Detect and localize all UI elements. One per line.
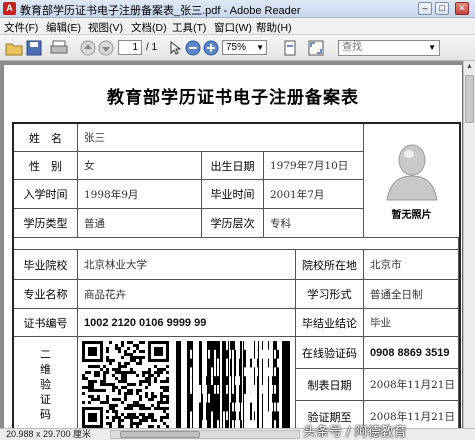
study-form-label: 学习形式 (296, 280, 364, 309)
qr-label-cell: 二 维 验 证 码 (14, 337, 78, 432)
degree-level-label: 学历层次 (202, 209, 264, 238)
name-label: 姓 名 (14, 124, 78, 152)
window-title: 教育部学历证书电子注册备案表_张三.pdf - Adobe Reader (20, 5, 301, 17)
school-value: 北京林业大学 (78, 250, 296, 280)
made-date-value: 2008年11月21日 (364, 369, 459, 401)
menu-document[interactable]: 文档(D) (131, 20, 167, 35)
enroll-date-value: 1998年9月 (78, 180, 202, 209)
photo-caption: 暂无照片 (391, 210, 432, 221)
gender-value: 女 (78, 152, 202, 180)
open-folder-icon[interactable] (5, 40, 23, 56)
menu-help[interactable]: 帮助(H) (256, 20, 292, 35)
spacer-row (14, 238, 459, 250)
pdf417-barcode-icon (175, 340, 290, 429)
menu-bar: 文件(F) 编辑(E) 视图(V) 文档(D) 工具(T) 窗口(W) 帮助(H… (0, 18, 475, 35)
school-location-value: 北京市 (364, 250, 459, 280)
scroll-thumb[interactable] (465, 75, 474, 123)
degree-type-value: 普通 (78, 209, 202, 238)
save-icon[interactable] (26, 40, 42, 56)
menu-view[interactable]: 视图(V) (88, 20, 123, 35)
cert-number-label: 证书编号 (14, 309, 78, 337)
page-total: / 1 (146, 42, 158, 53)
chevron-down-icon: ▼ (256, 43, 264, 52)
registration-table: 姓 名 张三 性 别 女 出生日期 1979年7月10日 入学时间 1998年9… (12, 122, 461, 434)
name-value: 张三 (78, 124, 364, 152)
qr-label: 二 维 验 证 码 (40, 348, 51, 421)
barcode-area (78, 337, 296, 432)
grad-date-value: 2001年7月 (264, 180, 364, 209)
page-number-input[interactable]: 1 (118, 40, 142, 55)
verify-code-label: 在线验证码 (296, 337, 364, 369)
document-title: 教育部学历证书电子注册备案表 (107, 88, 359, 108)
major-value: 商品花卉 (78, 280, 296, 309)
pdf-icon: A (3, 2, 16, 15)
birth-date-value: 1979年7月10日 (264, 152, 364, 180)
toolbar: 1 / 1 75% ▼ 查找 ▼ (0, 35, 475, 61)
search-input[interactable]: 查找 ▼ (338, 40, 440, 56)
previous-page-icon[interactable] (80, 40, 96, 56)
conclusion-label: 毕结业结论 (296, 309, 364, 337)
full-screen-icon[interactable] (308, 40, 324, 56)
search-placeholder: 查找 (342, 42, 362, 53)
print-icon[interactable] (50, 40, 68, 56)
person-avatar-icon (385, 144, 438, 201)
watermark: 头条号 / 阿德教育 (303, 425, 407, 440)
study-form-value: 普通全日制 (364, 280, 459, 309)
degree-level-value: 专科 (264, 209, 364, 238)
close-button[interactable]: ✕ (455, 2, 469, 15)
degree-type-label: 学历类型 (14, 209, 78, 238)
school-label: 毕业院校 (14, 250, 78, 280)
verify-code-value: 0908 8869 3519 (364, 337, 459, 369)
select-tool-icon[interactable] (168, 40, 182, 56)
menu-edit[interactable]: 编辑(E) (46, 20, 81, 35)
maximize-button[interactable]: □ (435, 2, 449, 15)
minimize-button[interactable]: – (418, 2, 432, 15)
made-date-label: 制表日期 (296, 369, 364, 401)
enroll-date-label: 入学时间 (14, 180, 78, 209)
scroll-up-icon[interactable]: ▲ (465, 62, 474, 72)
page-dimensions: 20.988 x 29.700 厘米 (6, 429, 92, 439)
major-label: 专业名称 (14, 280, 78, 309)
adobe-reader-window: A 教育部学历证书电子注册备案表_张三.pdf - Adobe Reader –… (0, 0, 475, 440)
zoom-in-icon[interactable] (203, 40, 219, 56)
menu-window[interactable]: 窗口(W) (214, 20, 252, 35)
chevron-down-icon: ▼ (428, 43, 436, 52)
school-location-label: 院校所在地 (296, 250, 364, 280)
qr-code-icon (82, 340, 169, 428)
menu-file[interactable]: 文件(F) (4, 20, 38, 35)
fit-page-icon[interactable] (283, 40, 297, 56)
conclusion-value: 毕业 (364, 309, 459, 337)
horizontal-scroll-thumb[interactable] (120, 431, 200, 438)
title-bar: A 教育部学历证书电子注册备案表_张三.pdf - Adobe Reader –… (0, 0, 475, 18)
zoom-value: 75% (226, 42, 247, 53)
zoom-out-icon[interactable] (185, 40, 201, 56)
grad-date-label: 毕业时间 (202, 180, 264, 209)
gender-label: 性 别 (14, 152, 78, 180)
cert-number-value: 1002 2120 0106 9999 99 (78, 309, 296, 337)
vertical-scrollbar[interactable]: ▲ (463, 61, 475, 428)
zoom-select[interactable]: 75% ▼ (222, 40, 267, 55)
pdf-page: 教育部学历证书电子注册备案表 姓 名 张三 性 别 女 出生日期 1979年7月… (4, 65, 462, 440)
next-page-icon[interactable] (98, 40, 114, 56)
photo-placeholder: 暂无照片 (364, 124, 459, 238)
menu-tools[interactable]: 工具(T) (172, 20, 206, 35)
birth-date-label: 出生日期 (202, 152, 264, 180)
